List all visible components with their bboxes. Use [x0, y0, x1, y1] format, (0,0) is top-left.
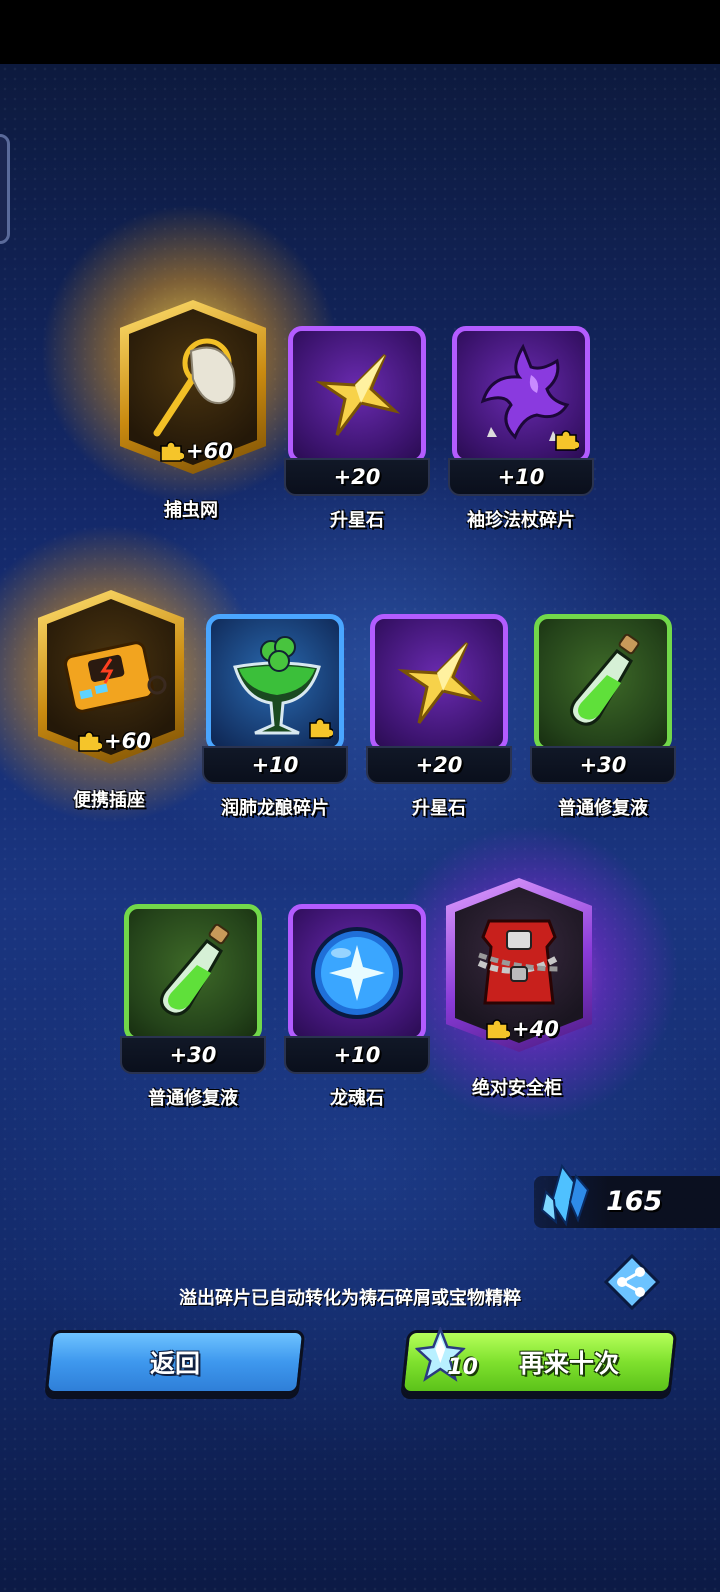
reward-quantity: +20	[415, 753, 463, 777]
green-potion-icon	[160, 923, 230, 1016]
bug-net-icon	[153, 338, 236, 437]
portable-socket-icon	[64, 641, 167, 713]
green-potion-icon	[570, 633, 640, 726]
puzzle-icon	[158, 438, 184, 464]
reward-item[interactable]: +60 捕虫网	[118, 300, 268, 521]
reward-quantity: +20	[333, 465, 381, 489]
draw-ten-again-label: 再来十次	[518, 1349, 619, 1378]
fragment-puzzle-icon	[307, 715, 333, 741]
status-bar	[0, 0, 720, 64]
reward-name: 绝对安全柜	[472, 1078, 562, 1099]
blue-crystal-icon	[540, 1163, 590, 1227]
blue-soul-orb-icon	[311, 927, 403, 1019]
reward-name: 普通修复液	[558, 798, 648, 819]
reward-item[interactable]: +10 润肺龙酿碎片	[202, 614, 348, 824]
crystal-balance: 165	[534, 1163, 720, 1228]
draw-cost-amount: 10	[447, 1355, 478, 1380]
reward-item[interactable]: +20 升星石	[366, 614, 512, 824]
reward-name: 袖珍法杖碎片	[467, 510, 575, 531]
gold-star-stone-icon	[315, 353, 401, 436]
reward-quantity: +10	[333, 1043, 381, 1067]
reward-name: 升星石	[412, 798, 466, 819]
fragment-puzzle-icon	[553, 427, 579, 453]
reward-quantity: +30	[169, 1043, 217, 1067]
gold-star-stone-icon	[397, 641, 483, 724]
reward-quantity: +60	[104, 729, 151, 753]
reward-name: 龙魂石	[330, 1088, 384, 1109]
gacha-result-screen: +60 捕虫网 +20 升星石 +10 袖珍法杖碎片 +60 便携插座 +10 …	[0, 64, 720, 1592]
draw-ten-again-button[interactable]: 10 再来十次	[400, 1327, 678, 1394]
back-button-label: 返回	[149, 1349, 200, 1378]
puzzle-icon	[484, 1016, 510, 1042]
share-icon	[603, 1253, 661, 1311]
reward-name: 捕虫网	[164, 500, 218, 521]
side-tab[interactable]	[0, 134, 10, 244]
reward-item[interactable]: +30 普通修复液	[120, 904, 266, 1114]
crystal-amount: 165	[606, 1186, 663, 1217]
reward-quantity: +40	[512, 1017, 559, 1041]
reward-quantity: +10	[497, 465, 545, 489]
overflow-notice: 溢出碎片已自动转化为祷石碎屑或宝物精粹	[179, 1288, 521, 1309]
reward-name: 升星石	[330, 510, 384, 531]
reward-item[interactable]: +10 龙魂石	[284, 904, 430, 1114]
share-button[interactable]	[603, 1253, 661, 1311]
puzzle-icon	[76, 728, 102, 754]
reward-name: 润肺龙酿碎片	[221, 798, 329, 819]
reward-quantity: +60	[186, 439, 233, 463]
reward-item[interactable]: +60 便携插座	[36, 590, 186, 811]
reward-item[interactable]: +10 袖珍法杖碎片	[448, 326, 594, 536]
reward-quantity: +30	[579, 753, 627, 777]
reward-item[interactable]: +40 绝对安全柜	[444, 878, 594, 1099]
reward-name: 便携插座	[73, 790, 145, 811]
reward-quantity: +10	[251, 753, 299, 777]
reward-item[interactable]: +20 升星石	[284, 326, 430, 536]
chained-safe-icon	[477, 919, 561, 1005]
back-button[interactable]: 返回	[44, 1330, 306, 1394]
draw-cost: 10	[415, 1319, 485, 1399]
reward-item[interactable]: +30 普通修复液	[530, 614, 676, 824]
reward-name: 普通修复液	[148, 1088, 238, 1109]
